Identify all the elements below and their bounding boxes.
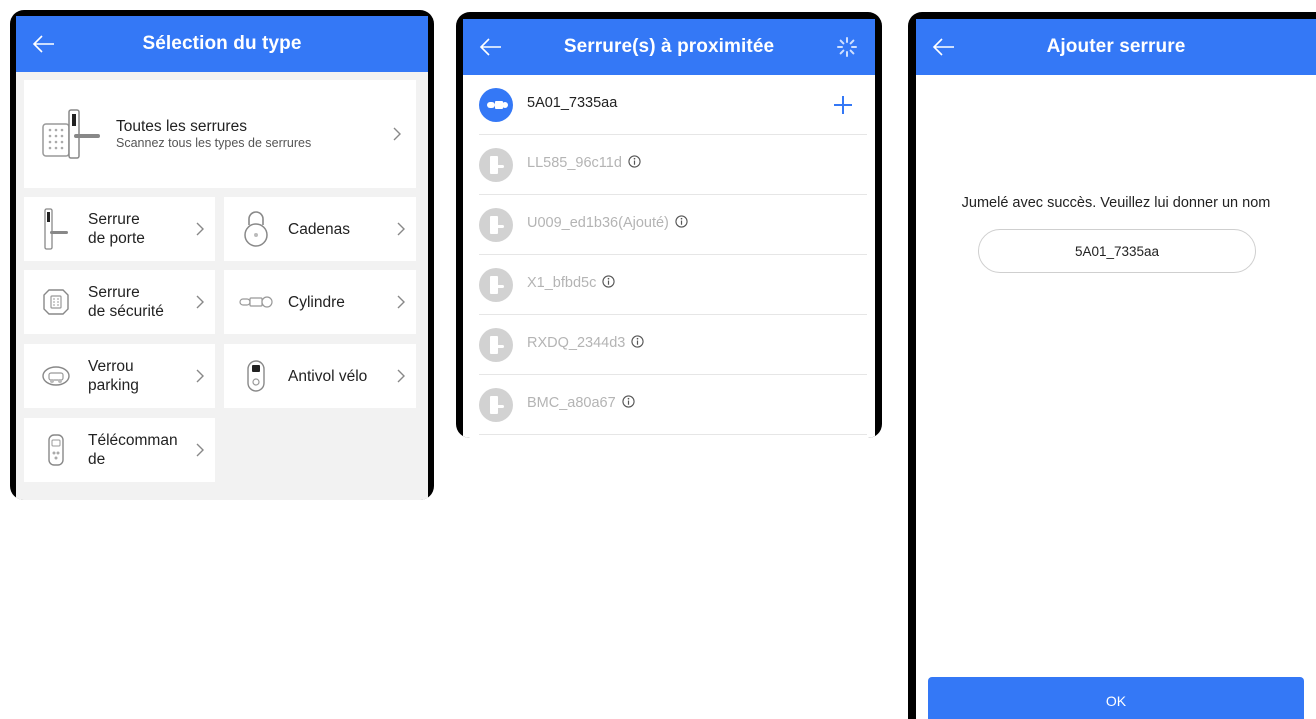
top-bar: Serrure(s) à proximitée bbox=[463, 19, 875, 75]
type-padlock[interactable]: Cadenas bbox=[224, 197, 416, 261]
info-icon[interactable] bbox=[602, 275, 615, 288]
type-bike-lock[interactable]: Antivol vélo bbox=[224, 344, 416, 408]
chevron-right-icon bbox=[397, 295, 405, 309]
divider bbox=[479, 434, 867, 435]
top-bar: Ajouter serrure bbox=[916, 19, 1316, 75]
chevron-right-icon bbox=[397, 369, 405, 383]
door-lock-text: Serrure de porte bbox=[88, 210, 145, 248]
padlock-icon bbox=[224, 197, 288, 261]
bike-lock-icon bbox=[224, 344, 288, 408]
back-arrow-icon[interactable] bbox=[30, 30, 58, 58]
door-lock-grey-icon bbox=[479, 208, 513, 242]
device-name: RXDQ_2344d3 bbox=[527, 335, 644, 351]
type-label-line2: de bbox=[88, 451, 106, 468]
type-label-line2: parking bbox=[88, 377, 139, 394]
ok-button[interactable]: OK bbox=[928, 677, 1304, 719]
type-label-line1: Serrure bbox=[88, 284, 140, 301]
chevron-right-icon bbox=[393, 127, 401, 141]
type-remote-control[interactable]: Télécomman de bbox=[24, 418, 215, 482]
door-lock-grey-icon bbox=[479, 388, 513, 422]
device-name: U009_ed1b36(Ajouté) bbox=[527, 215, 688, 231]
all-locks-sub: Scannez tous les types de serrures bbox=[116, 136, 312, 150]
pairing-success-message: Jumelé avec succès. Veuillez lui donner … bbox=[961, 195, 1271, 211]
device-row[interactable]: BMC_a80a67 bbox=[463, 375, 875, 435]
chevron-right-icon bbox=[196, 222, 204, 236]
add-lock-screen: Ajouter serrure Jumelé avec succès. Veui… bbox=[916, 19, 1316, 719]
phone-nearby-locks: Serrure(s) à proximitée 5A01_7335aa LL58… bbox=[456, 12, 882, 438]
page-title: Serrure(s) à proximitée bbox=[563, 36, 775, 57]
type-label-line2: de porte bbox=[88, 230, 145, 247]
device-name: 5A01_7335aa bbox=[527, 95, 618, 111]
type-selection-screen: Sélection du type Toutes les serrures Sc… bbox=[16, 16, 428, 500]
safe-lock-text: Serrure de sécurité bbox=[88, 283, 164, 321]
cylinder-lock-icon bbox=[479, 88, 513, 122]
back-arrow-icon[interactable] bbox=[930, 33, 958, 61]
lock-name-input[interactable] bbox=[978, 229, 1256, 273]
info-icon[interactable] bbox=[631, 335, 644, 348]
top-bar: Sélection du type bbox=[16, 16, 428, 72]
info-icon[interactable] bbox=[675, 215, 688, 228]
door-lock-grey-icon bbox=[479, 328, 513, 362]
info-icon[interactable] bbox=[622, 395, 635, 408]
device-row[interactable]: LL585_96c11d bbox=[463, 135, 875, 195]
device-row[interactable]: U009_ed1b36(Ajouté) bbox=[463, 195, 875, 255]
nearby-locks-screen: Serrure(s) à proximitée 5A01_7335aa LL58… bbox=[463, 19, 875, 438]
device-name: LL585_96c11d bbox=[527, 155, 641, 171]
phone-add-lock: Ajouter serrure Jumelé avec succès. Veui… bbox=[908, 12, 1316, 719]
all-locks-card[interactable]: Toutes les serrures Scannez tous les typ… bbox=[24, 80, 416, 188]
chevron-right-icon bbox=[397, 222, 405, 236]
type-label-line1: Verrou bbox=[88, 358, 134, 375]
page-title: Sélection du type bbox=[142, 33, 302, 54]
type-parking-lock[interactable]: Verrou parking bbox=[24, 344, 215, 408]
phone-type-selection: Sélection du type Toutes les serrures Sc… bbox=[10, 10, 434, 500]
door-lock-grey-icon bbox=[479, 148, 513, 182]
device-row[interactable]: RXDQ_2344d3 bbox=[463, 315, 875, 375]
remote-control-text: Télécomman de bbox=[88, 431, 178, 469]
type-label-line1: Télécomman bbox=[88, 432, 178, 449]
type-label: Antivol vélo bbox=[288, 367, 368, 385]
type-cylinder[interactable]: Cylindre bbox=[224, 270, 416, 334]
type-label: Cylindre bbox=[288, 293, 345, 311]
cylinder-icon bbox=[224, 270, 288, 334]
parking-lock-text: Verrou parking bbox=[88, 357, 139, 395]
device-row-active[interactable]: 5A01_7335aa bbox=[463, 75, 875, 135]
safe-lock-icon bbox=[24, 270, 88, 334]
type-label-line1: Serrure bbox=[88, 211, 140, 228]
chevron-right-icon bbox=[196, 295, 204, 309]
loading-spinner-icon bbox=[837, 37, 857, 57]
all-locks-label: Toutes les serrures bbox=[116, 118, 247, 135]
door-lock-grey-icon bbox=[479, 268, 513, 302]
door-lock-icon bbox=[24, 197, 88, 261]
page-title: Ajouter serrure bbox=[1046, 36, 1186, 57]
type-safe-lock[interactable]: Serrure de sécurité bbox=[24, 270, 215, 334]
type-door-lock[interactable]: Serrure de porte bbox=[24, 197, 215, 261]
info-icon[interactable] bbox=[628, 155, 641, 168]
type-label-line2: de sécurité bbox=[88, 303, 164, 320]
device-row[interactable]: X1_bfbd5c bbox=[463, 255, 875, 315]
chevron-right-icon bbox=[196, 443, 204, 457]
parking-lock-icon bbox=[24, 344, 88, 408]
all-locks-text: Toutes les serrures Scannez tous les typ… bbox=[116, 117, 311, 151]
device-name: X1_bfbd5c bbox=[527, 275, 615, 291]
chevron-right-icon bbox=[196, 369, 204, 383]
back-arrow-icon[interactable] bbox=[477, 33, 505, 61]
device-name: BMC_a80a67 bbox=[527, 395, 635, 411]
remote-control-icon bbox=[24, 418, 88, 482]
plus-icon[interactable] bbox=[833, 95, 853, 115]
type-label: Cadenas bbox=[288, 220, 351, 238]
type-list: Toutes les serrures Scannez tous les typ… bbox=[16, 72, 428, 500]
keypad-lock-icon bbox=[24, 80, 116, 188]
